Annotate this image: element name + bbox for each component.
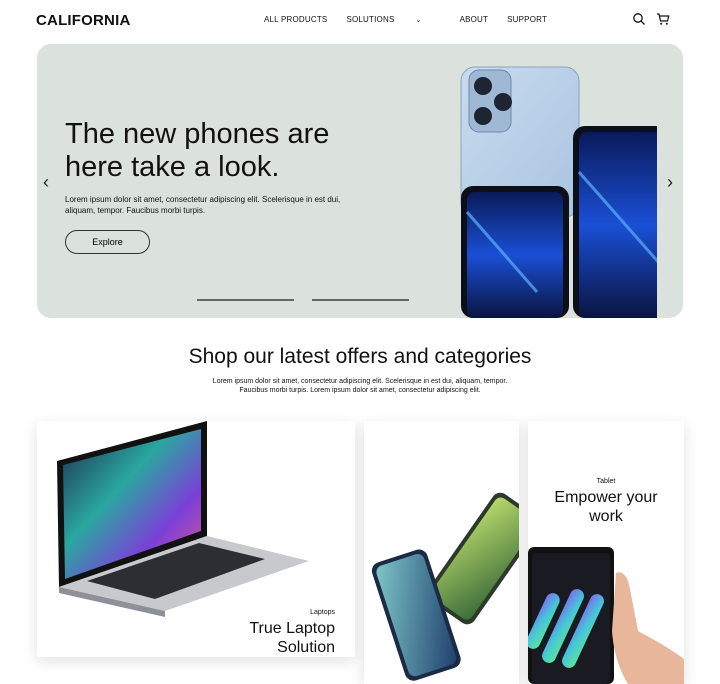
nav-about[interactable]: ABOUT <box>460 15 489 24</box>
nav-solutions-label: SOLUTIONS <box>346 15 395 24</box>
nav-all-products[interactable]: ALL PRODUCTS <box>264 15 327 24</box>
phone-image <box>371 492 519 681</box>
brand-logo[interactable]: CALIFORNIA <box>36 12 131 29</box>
laptop-category: Laptops <box>310 609 335 616</box>
chevron-down-icon: ⌄ <box>415 17 422 24</box>
carousel-dot[interactable] <box>197 299 294 301</box>
section-title: Shop our latest offers and categories <box>188 345 532 368</box>
hero-title: The new phones are here take a look. <box>65 118 330 183</box>
cart-icon[interactable] <box>656 12 670 26</box>
carousel-indicators <box>197 299 409 301</box>
carousel-dot[interactable] <box>312 299 409 301</box>
hero-banner: ‹ The new phones are here take a look. L… <box>37 44 683 318</box>
nav-solutions[interactable]: SOLUTIONS ⌄ <box>346 15 440 24</box>
top-nav: CALIFORNIA ALL PRODUCTS SOLUTIONS ⌄ ABOUT… <box>0 0 720 40</box>
arrow-right-icon[interactable]: › <box>667 172 673 193</box>
nav-links: ALL PRODUCTS SOLUTIONS ⌄ ABOUT SUPPORT <box>264 15 566 24</box>
explore-button[interactable]: Explore <box>65 230 150 254</box>
hero-description: Lorem ipsum dolor sit amet, consectetur … <box>65 195 341 215</box>
nav-support[interactable]: SUPPORT <box>507 15 547 24</box>
nav-icons <box>632 12 670 26</box>
phones-image <box>460 66 657 318</box>
search-icon[interactable] <box>632 12 646 26</box>
laptop-card-title: True Laptop Solution <box>249 620 335 656</box>
phone-card[interactable] <box>364 421 519 684</box>
section-description: Lorem ipsum dolor sit amet, consectetur … <box>212 378 508 394</box>
tablet-card[interactable]: Tablet Empower your work <box>528 421 684 684</box>
tablet-image <box>528 547 684 684</box>
arrow-left-icon[interactable]: ‹ <box>43 172 49 193</box>
laptop-card[interactable]: Laptops True Laptop Solution <box>37 421 355 657</box>
